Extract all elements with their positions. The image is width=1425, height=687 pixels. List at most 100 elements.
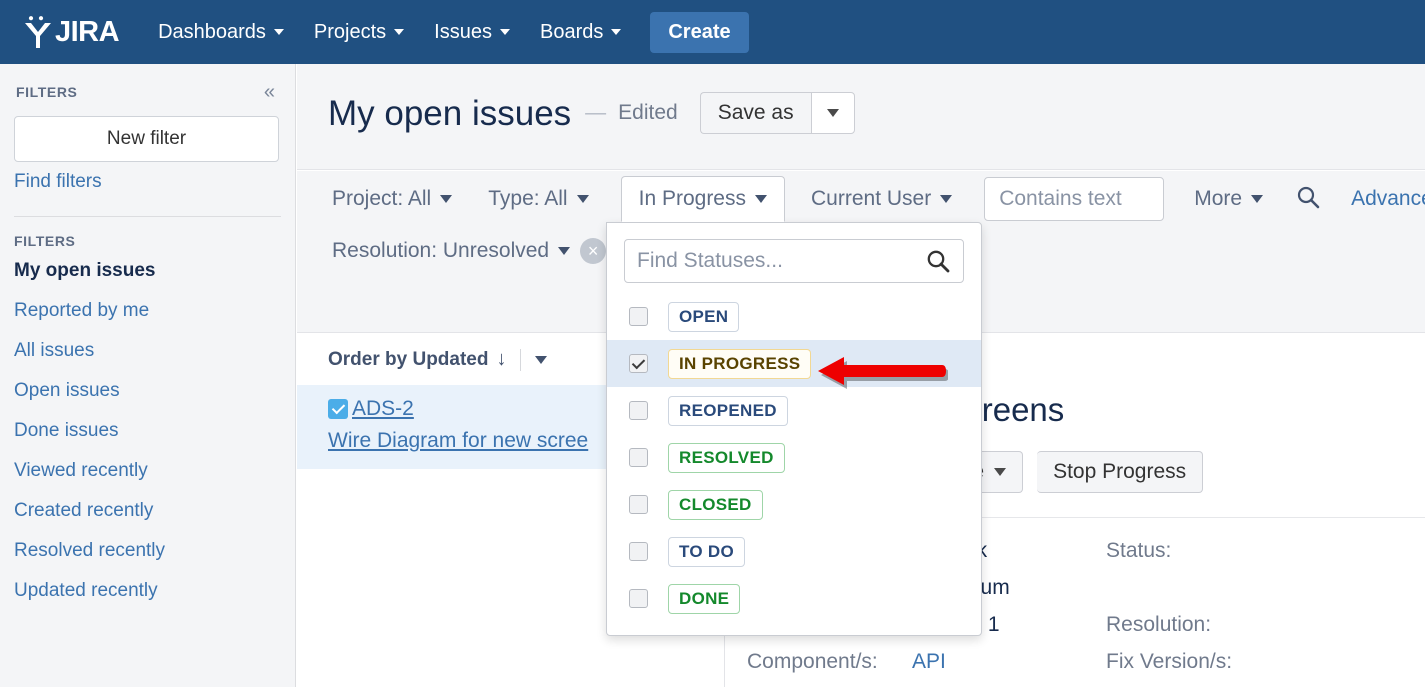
page-header: My open issues — Edited Save as xyxy=(297,64,1425,170)
filter-row-primary: Project: All Type: All In Progress Curre… xyxy=(297,171,1425,227)
sidebar-item-my-open-issues[interactable]: My open issues xyxy=(0,251,295,291)
nav-item-dashboards[interactable]: Dashboards xyxy=(143,0,299,64)
sidebar-item-updated-recently[interactable]: Updated recently xyxy=(0,571,295,611)
status-search-input[interactable] xyxy=(625,249,925,273)
checkbox-open[interactable] xyxy=(629,307,648,326)
sidebar-item-all-issues[interactable]: All issues xyxy=(0,331,295,371)
clear-circle-icon[interactable]: × xyxy=(580,238,606,264)
checkbox-done[interactable] xyxy=(629,589,648,608)
status-search-box[interactable] xyxy=(624,239,964,283)
sidebar-item-done-issues[interactable]: Done issues xyxy=(0,411,295,451)
field-label-labels: Labels: xyxy=(747,680,912,687)
filters-sidebar: FILTERS « New filter Find filters FILTER… xyxy=(0,64,296,687)
action-group-transition: Stop Progress xyxy=(1037,451,1203,493)
status-badge-in-progress: IN PROGRESS xyxy=(668,349,811,379)
search-icon[interactable] xyxy=(925,248,963,274)
status-filter-dropdown: OPEN IN PROGRESS REOPENED RESOLVED CLOSE… xyxy=(606,222,982,636)
nav-item-boards-label: Boards xyxy=(540,21,603,44)
order-by-divider xyxy=(520,349,521,371)
issue-field-labels-right: Status: Resolution: Fix Version/s: xyxy=(1106,532,1306,687)
sidebar-item-open-issues[interactable]: Open issues xyxy=(0,371,295,411)
status-badge-done: DONE xyxy=(668,584,740,614)
status-search-wrapper xyxy=(607,223,981,283)
status-option-closed[interactable]: CLOSED xyxy=(607,481,981,528)
sidebar-header: FILTERS « xyxy=(0,64,295,108)
find-filters-link[interactable]: Find filters xyxy=(0,162,295,202)
nav-item-boards[interactable]: Boards xyxy=(525,0,636,64)
chevron-down-icon xyxy=(500,29,510,35)
checkbox-resolved[interactable] xyxy=(629,448,648,467)
filter-more[interactable]: More xyxy=(1190,177,1267,221)
field-value-component[interactable]: API xyxy=(912,643,1106,680)
sidebar-item-viewed-recently[interactable]: Viewed recently xyxy=(0,451,295,491)
chevron-down-icon xyxy=(994,468,1006,476)
issue-key-link[interactable]: ADS-2 xyxy=(352,397,414,421)
filter-resolution[interactable]: Resolution: Unresolved xyxy=(328,229,574,273)
nav-item-issues-label: Issues xyxy=(434,21,492,44)
status-option-resolved[interactable]: RESOLVED xyxy=(607,434,981,481)
filter-type[interactable]: Type: All xyxy=(484,177,592,221)
chevron-down-icon xyxy=(611,29,621,35)
chevron-down-icon xyxy=(827,109,839,117)
filter-project-label: Project: All xyxy=(332,187,431,211)
status-option-done[interactable]: DONE xyxy=(607,575,981,622)
new-filter-button[interactable]: New filter xyxy=(14,116,279,162)
field-label-status: Status: xyxy=(1106,532,1306,569)
arrow-left-annotation xyxy=(816,352,948,397)
title-dash: — xyxy=(585,101,606,125)
sidebar-caption-top: FILTERS xyxy=(16,84,78,100)
create-button[interactable]: Create xyxy=(650,12,748,53)
checkbox-closed[interactable] xyxy=(629,495,648,514)
sidebar-item-reported-by-me[interactable]: Reported by me xyxy=(0,291,295,331)
save-as-button[interactable]: Save as xyxy=(700,92,811,134)
filter-assignee[interactable]: Current User xyxy=(807,177,956,221)
stop-progress-button[interactable]: Stop Progress xyxy=(1037,451,1203,493)
chevron-down-icon xyxy=(274,29,284,35)
checkbox-reopened[interactable] xyxy=(629,401,648,420)
chevron-double-left-icon[interactable]: « xyxy=(264,82,275,102)
jira-wordmark: JIRA xyxy=(55,18,119,47)
nav-item-issues[interactable]: Issues xyxy=(419,0,525,64)
chevron-down-icon xyxy=(940,195,952,203)
task-icon xyxy=(328,399,348,419)
page-title: My open issues xyxy=(328,96,571,131)
status-badge-closed: CLOSED xyxy=(668,490,763,520)
filter-assignee-label: Current User xyxy=(811,187,931,211)
filter-resolution-label: Resolution: Unresolved xyxy=(332,239,549,263)
save-as-group: Save as xyxy=(700,92,855,134)
status-badge-to-do: TO DO xyxy=(668,537,745,567)
status-option-list: OPEN IN PROGRESS REOPENED RESOLVED CLOSE… xyxy=(607,283,981,622)
status-option-open[interactable]: OPEN xyxy=(607,293,981,340)
nav-item-projects[interactable]: Projects xyxy=(299,0,419,64)
chevron-down-icon xyxy=(755,195,767,203)
jira-logo[interactable]: JIRA xyxy=(22,15,119,49)
top-navigation-bar: JIRA Dashboards Projects Issues Boards C… xyxy=(0,0,1425,64)
page-title-row: My open issues — Edited Save as xyxy=(297,64,1425,134)
filter-status-label: In Progress xyxy=(639,187,746,211)
status-badge-open: OPEN xyxy=(668,302,739,332)
sidebar-item-created-recently[interactable]: Created recently xyxy=(0,491,295,531)
save-as-dropdown-button[interactable] xyxy=(811,92,855,134)
contains-text-input[interactable] xyxy=(984,177,1164,221)
nav-item-dashboards-label: Dashboards xyxy=(158,21,266,44)
field-value-labels: None xyxy=(912,680,1106,687)
chevron-down-icon xyxy=(394,29,404,35)
checkbox-in-progress[interactable] xyxy=(629,354,648,373)
chevron-down-icon xyxy=(440,195,452,203)
edited-indicator: Edited xyxy=(618,101,678,125)
field-label-fix-versions: Fix Version/s: xyxy=(1106,643,1306,680)
chevron-down-icon[interactable] xyxy=(535,356,547,364)
chevron-down-icon xyxy=(577,195,589,203)
arrow-down-icon: ↓ xyxy=(496,348,506,371)
checkbox-to-do[interactable] xyxy=(629,542,648,561)
sidebar-caption-bottom: FILTERS xyxy=(0,217,295,251)
filter-more-label: More xyxy=(1194,187,1242,211)
search-icon[interactable] xyxy=(1295,184,1321,215)
advanced-search-link[interactable]: Advanced xyxy=(1351,187,1425,211)
sidebar-item-resolved-recently[interactable]: Resolved recently xyxy=(0,531,295,571)
status-option-to-do[interactable]: TO DO xyxy=(607,528,981,575)
status-badge-resolved: RESOLVED xyxy=(668,443,785,473)
field-label-blank xyxy=(1106,569,1306,606)
filter-project[interactable]: Project: All xyxy=(328,177,456,221)
filter-status[interactable]: In Progress xyxy=(621,176,785,222)
